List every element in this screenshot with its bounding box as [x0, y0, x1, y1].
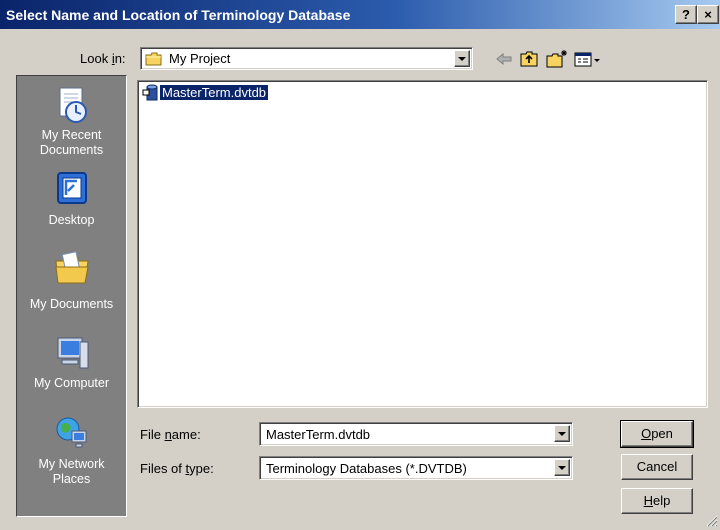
- file-name-combo[interactable]: MasterTerm.dvtdb: [259, 422, 573, 446]
- file-item-name: MasterTerm.dvtdb: [158, 84, 270, 101]
- resize-grip[interactable]: [705, 514, 718, 527]
- desktop-icon: [17, 169, 126, 211]
- file-type-value: Terminology Databases (*.DVTDB): [266, 461, 467, 476]
- file-list[interactable]: [137, 80, 708, 408]
- cancel-button[interactable]: Cancel: [621, 454, 693, 480]
- title-bar[interactable]: Select Name and Location of Terminology …: [0, 0, 720, 29]
- up-one-level-icon[interactable]: [519, 49, 541, 69]
- look-in-value: My Project: [169, 51, 231, 66]
- file-dialog: Select Name and Location of Terminology …: [0, 0, 720, 529]
- view-menu-icon[interactable]: [573, 49, 603, 69]
- back-arrow-icon[interactable]: [494, 49, 514, 69]
- database-file-icon: [142, 84, 160, 105]
- network-places-icon: [17, 413, 126, 455]
- look-in-dropdown-button[interactable]: [454, 50, 470, 67]
- folder-icon: [145, 52, 163, 69]
- help-button[interactable]: Help: [621, 488, 693, 514]
- file-name-dropdown-button[interactable]: [554, 425, 570, 442]
- look-in-combo[interactable]: My Project: [140, 47, 473, 70]
- help-caption-button[interactable]: ?: [675, 5, 697, 24]
- place-desktop[interactable]: Desktop: [17, 169, 126, 228]
- place-my-computer[interactable]: My Computer: [17, 332, 126, 391]
- file-type-combo[interactable]: Terminology Databases (*.DVTDB): [259, 456, 573, 480]
- file-type-dropdown-button[interactable]: [554, 459, 570, 476]
- place-network-places[interactable]: My Network Places: [17, 413, 126, 487]
- places-bar: My Recent Documents Desktop My Documents…: [16, 75, 127, 517]
- file-name-label: File name:: [140, 427, 201, 442]
- dialog-title: Select Name and Location of Terminology …: [6, 7, 351, 23]
- place-my-documents[interactable]: My Documents: [17, 247, 126, 312]
- new-folder-icon[interactable]: [545, 49, 569, 69]
- recent-documents-icon: [17, 84, 126, 126]
- look-in-label: Look in:: [80, 51, 126, 66]
- my-documents-icon: [17, 247, 126, 289]
- open-button[interactable]: Open: [620, 420, 694, 448]
- file-name-field[interactable]: MasterTerm.dvtdb: [266, 427, 370, 442]
- my-computer-icon: [17, 332, 126, 374]
- close-caption-button[interactable]: ×: [697, 5, 719, 24]
- file-type-label: Files of type:: [140, 461, 214, 476]
- place-recent-documents[interactable]: My Recent Documents: [17, 84, 126, 158]
